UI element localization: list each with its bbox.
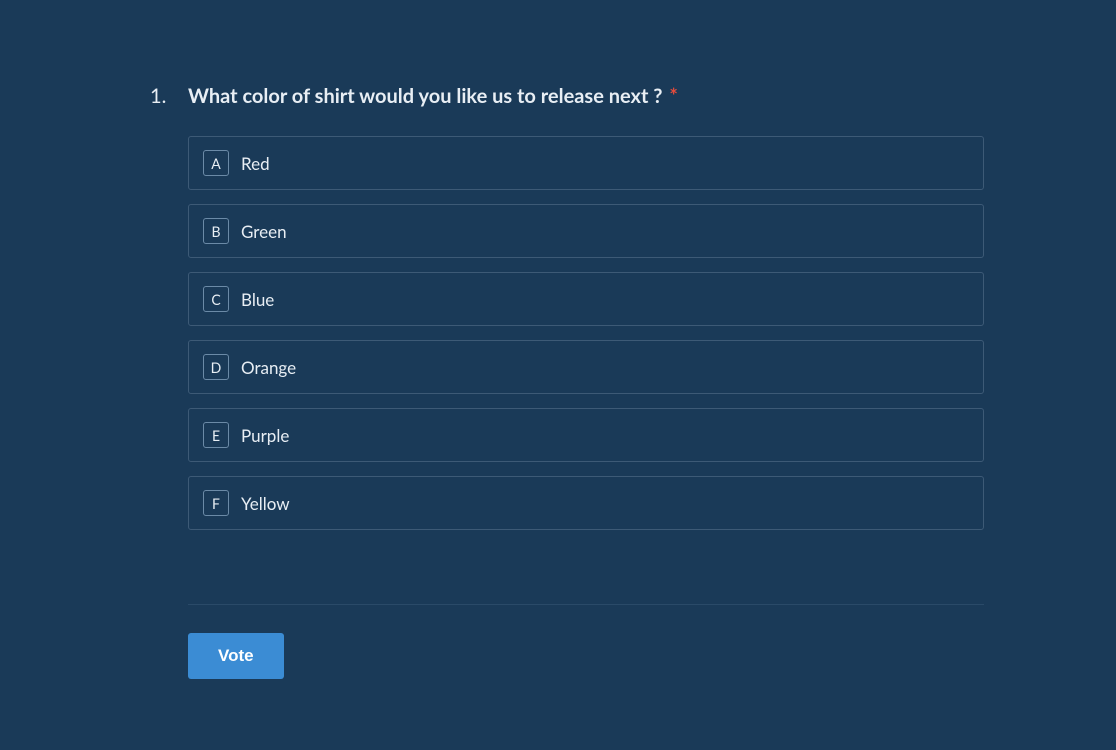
question-header: 1. What color of shirt would you like us… (150, 82, 984, 110)
option-key: C (203, 286, 229, 312)
question-text: What color of shirt would you like us to… (188, 82, 678, 110)
option-label: Purple (241, 425, 289, 446)
question-text-content: What color of shirt would you like us to… (188, 84, 662, 108)
option-red[interactable]: A Red (188, 136, 984, 190)
option-key: B (203, 218, 229, 244)
option-key: A (203, 150, 229, 176)
option-label: Blue (241, 289, 274, 310)
option-key: F (203, 490, 229, 516)
option-label: Orange (241, 357, 296, 378)
option-label: Red (241, 153, 270, 174)
option-green[interactable]: B Green (188, 204, 984, 258)
option-key: E (203, 422, 229, 448)
option-yellow[interactable]: F Yellow (188, 476, 984, 530)
option-label: Green (241, 221, 287, 242)
option-orange[interactable]: D Orange (188, 340, 984, 394)
option-purple[interactable]: E Purple (188, 408, 984, 462)
option-label: Yellow (241, 493, 290, 514)
options-list: A Red B Green C Blue D Orange E Purple F… (188, 136, 984, 530)
required-asterisk: * (669, 84, 678, 108)
divider (188, 604, 984, 605)
option-blue[interactable]: C Blue (188, 272, 984, 326)
action-row: Vote (188, 633, 984, 679)
vote-button[interactable]: Vote (188, 633, 284, 679)
option-key: D (203, 354, 229, 380)
question-number: 1. (150, 82, 170, 110)
